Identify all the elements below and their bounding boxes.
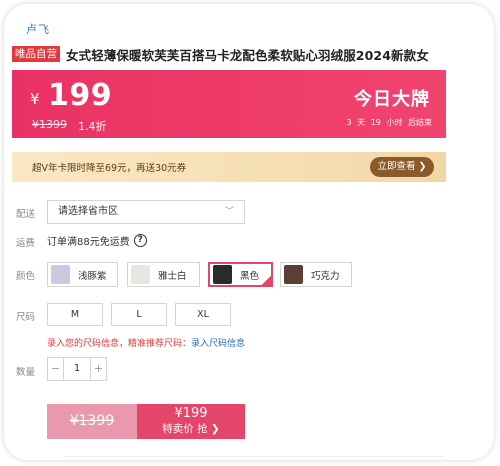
product-card: 卢飞 唯品自营 女式轻薄保暖软芙芙百搭马卡龙配色柔软贴心羽绒服2024新款女 ¥… [4, 4, 494, 460]
color-thumb [51, 265, 70, 284]
sale-price: 199 [48, 78, 113, 113]
currency-symbol: ¥ [30, 90, 40, 108]
shipping-info: 订单满88元免运费 ? [47, 233, 147, 248]
decrease-button[interactable]: − [48, 358, 63, 380]
color-option-label: 浅豚紫 [78, 270, 107, 282]
color-label: 颜色 [16, 271, 36, 282]
color-option-label: 巧克力 [311, 270, 340, 282]
color-option-label: 黑色 [240, 270, 260, 282]
brand-logo[interactable]: 卢飞 [26, 21, 50, 37]
color-option-lavender[interactable]: 浅豚紫 [47, 262, 118, 287]
size-hint-text: 录入您的尺码信息，精准推荐尺码： [47, 339, 192, 349]
original-price: ¥1399 [32, 118, 67, 131]
size-option-m[interactable]: M [47, 303, 103, 326]
color-thumb [131, 265, 150, 284]
delivery-label: 配送 [16, 209, 36, 220]
color-thumb [284, 265, 303, 284]
shipping-label: 运费 [16, 238, 36, 249]
color-option-chocolate[interactable]: 巧克力 [280, 262, 352, 287]
countdown-timer: 3 天 19 小时 后结束 [346, 118, 432, 127]
price-banner: ¥ 199 ¥1399 1.4折 今日大牌 3 天 19 小时 后结束 [12, 70, 446, 138]
vip-promo-bar[interactable]: 超V年卡限时降至69元，再送30元券 立即查看 ❯ [12, 152, 446, 182]
size-option-l[interactable]: L [111, 303, 167, 326]
buy-price: ¥199 [174, 406, 208, 421]
original-price-button[interactable]: ¥1399 [47, 404, 137, 439]
selected-check-icon [261, 275, 272, 286]
chevron-down-icon: ﹀ [224, 207, 234, 217]
color-option-white[interactable]: 雅士白 [127, 262, 200, 287]
buy-label: 特卖价 抢 ❯ [162, 423, 220, 435]
increase-button[interactable]: + [91, 358, 106, 380]
quantity-value[interactable]: 1 [63, 358, 91, 380]
size-hint: 录入您的尺码信息，精准推荐尺码：录入尺码信息 [47, 336, 245, 349]
discount-rate: 1.4折 [78, 120, 107, 133]
region-select[interactable]: 请选择省市区 ﹀ [47, 200, 245, 224]
product-title-row: 唯品自营 女式轻薄保暖软芙芙百搭马卡龙配色柔软贴心羽绒服2024新款女 [12, 44, 492, 64]
daily-brand-label: 今日大牌 [354, 89, 430, 110]
region-select-value: 请选择省市区 [58, 206, 118, 217]
size-label: 尺码 [16, 312, 36, 323]
buy-now-button[interactable]: ¥199 特卖价 抢 ❯ [137, 404, 245, 439]
vip-promo-text: 超V年卡限时降至69元，再送30元券 [32, 163, 187, 174]
color-option-label: 雅士白 [158, 270, 187, 282]
help-icon[interactable]: ? [133, 234, 147, 247]
color-option-black[interactable]: 黑色 [208, 262, 273, 287]
color-thumb [213, 265, 232, 284]
product-title: 女式轻薄保暖软芙芙百搭马卡龙配色柔软贴心羽绒服2024新款女 [66, 47, 429, 63]
shipping-text: 订单满88元免运费 [47, 237, 130, 248]
self-operated-tag: 唯品自营 [12, 46, 60, 62]
enter-size-link[interactable]: 录入尺码信息 [191, 339, 245, 349]
size-option-xl[interactable]: XL [175, 303, 231, 326]
divider [64, 456, 444, 457]
view-now-button[interactable]: 立即查看 ❯ [370, 157, 434, 177]
quantity-stepper: − 1 + [47, 357, 107, 381]
quantity-label: 数量 [16, 367, 36, 378]
